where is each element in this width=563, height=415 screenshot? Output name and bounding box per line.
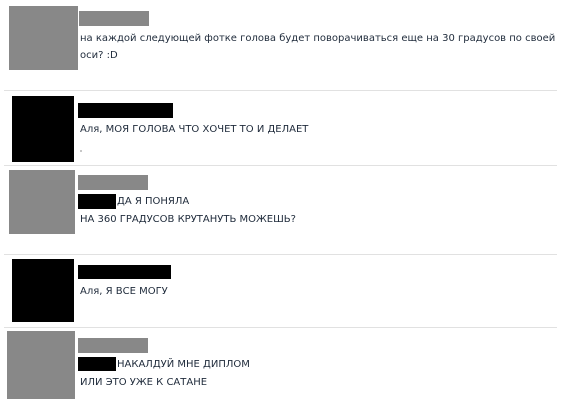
comment-text-line: Аля, Я ВСЕ МОГУ bbox=[80, 286, 168, 297]
comment-thread: на каждой следующей фотке голова будет п… bbox=[0, 0, 563, 415]
comment-text-line: НАКАЛДУЙ МНЕ ДИПЛОМ bbox=[117, 359, 250, 370]
avatar[interactable] bbox=[9, 170, 75, 234]
redacted-author-name[interactable] bbox=[78, 175, 148, 190]
comment-divider bbox=[4, 90, 557, 91]
redacted-mention bbox=[78, 194, 116, 209]
comment-text-line: Аля, МОЯ ГОЛОВА ЧТО ХОЧЕТ ТО И ДЕЛАЕТ bbox=[80, 124, 309, 135]
comment-divider bbox=[4, 165, 557, 166]
redacted-author-name[interactable] bbox=[79, 11, 149, 26]
comment-text-line: оси? :D bbox=[80, 50, 118, 61]
avatar[interactable] bbox=[9, 6, 78, 70]
redacted-author-name[interactable] bbox=[78, 338, 148, 353]
comment-divider bbox=[4, 327, 557, 328]
comment-text-line: на каждой следующей фотке голова будет п… bbox=[80, 33, 556, 44]
comment-divider bbox=[4, 254, 557, 255]
comment-text-line: ДА Я ПОНЯЛА bbox=[117, 196, 190, 207]
comment-text-line: НА 360 ГРАДУСОВ КРУТАНУТЬ МОЖЕШЬ? bbox=[80, 214, 296, 225]
avatar[interactable] bbox=[7, 331, 75, 399]
decorative-dot bbox=[80, 150, 82, 152]
redacted-author-name[interactable] bbox=[78, 103, 173, 118]
comment-text-line: ИЛИ ЭТО УЖЕ К САТАНЕ bbox=[80, 377, 208, 388]
redacted-author-name[interactable] bbox=[78, 265, 171, 279]
redacted-mention bbox=[78, 357, 116, 371]
avatar[interactable] bbox=[12, 96, 74, 162]
avatar[interactable] bbox=[12, 259, 74, 322]
